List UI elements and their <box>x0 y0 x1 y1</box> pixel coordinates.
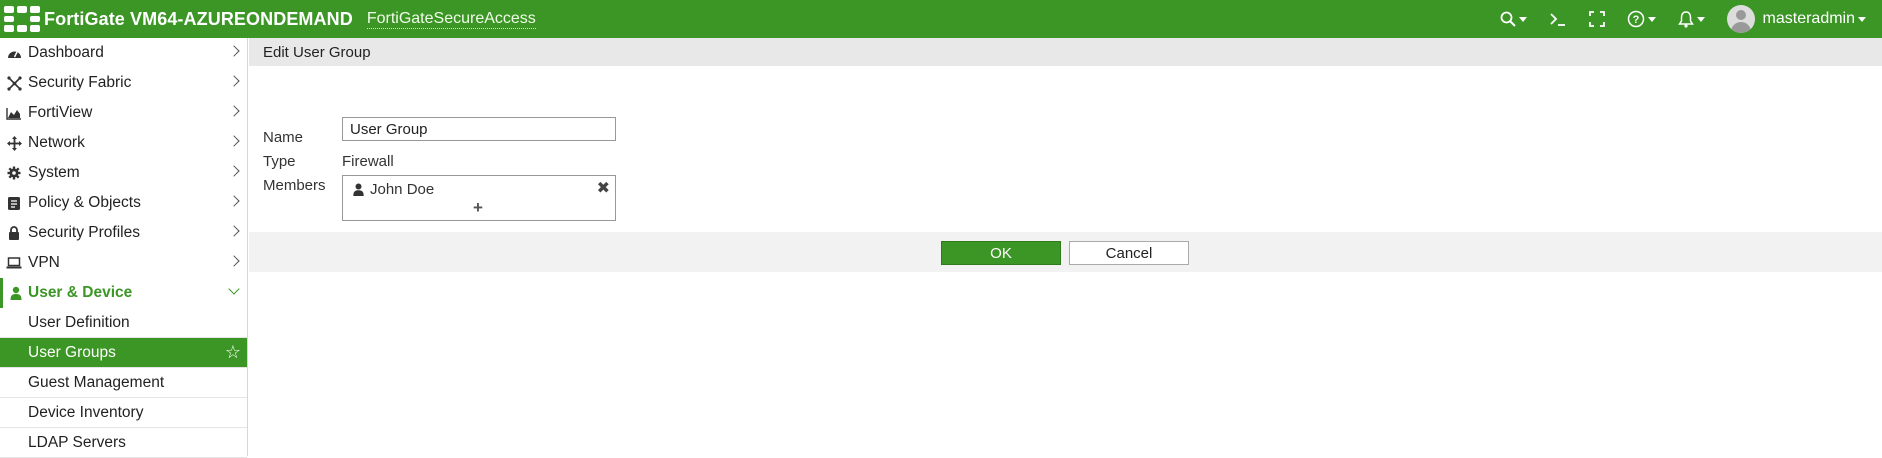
top-bar: FortiGate VM64-AZUREONDEMAND FortiGateSe… <box>0 0 1882 38</box>
main-content: Edit User Group Name Type Firewall Membe… <box>249 38 1882 456</box>
network-icon <box>0 135 28 151</box>
cli-console-button[interactable] <box>1549 11 1567 27</box>
members-label: Members <box>263 177 326 194</box>
sidebar-subitem-label: Guest Management <box>28 373 165 391</box>
chevron-down-icon <box>1696 16 1705 22</box>
sidebar-item-dashboard[interactable]: Dashboard <box>0 38 247 68</box>
security-fabric-icon <box>0 75 28 91</box>
help-button[interactable]: ? <box>1627 10 1656 28</box>
chevron-right-icon <box>228 135 240 147</box>
sidebar-item-label: VPN <box>28 254 60 271</box>
sidebar-subitem-user-groups[interactable]: User Groups ☆ <box>0 338 247 368</box>
type-value: Firewall <box>342 153 394 170</box>
cli-console-icon <box>1549 13 1565 26</box>
sidebar-item-label: FortiView <box>28 104 93 121</box>
fullscreen-icon <box>1588 11 1605 27</box>
chevron-right-icon <box>228 225 240 237</box>
vdom-link[interactable]: FortiGateSecureAccess <box>366 10 536 29</box>
device-hostname: FortiGate VM64-AZUREONDEMAND <box>44 8 353 29</box>
sidebar-item-fortiview[interactable]: FortiView <box>0 98 247 128</box>
sidebar-subitem-label: User Definition <box>28 313 130 331</box>
sidebar: Dashboard Security Fabric FortiView Netw… <box>0 38 248 458</box>
sidebar-subitem-label: User Groups <box>28 343 116 361</box>
members-field[interactable]: John Doe ✖ + <box>342 175 616 221</box>
lock-icon <box>0 226 28 240</box>
type-label: Type <box>263 153 296 170</box>
gear-icon <box>0 166 28 180</box>
edit-user-group-form: Name Type Firewall Members John Doe ✖ + <box>249 66 1882 230</box>
sidebar-subitem-user-definition[interactable]: User Definition <box>0 308 247 338</box>
chevron-right-icon <box>228 45 240 57</box>
laptop-icon <box>0 257 28 269</box>
sidebar-item-label: Policy & Objects <box>28 194 141 211</box>
fullscreen-button[interactable] <box>1588 11 1605 27</box>
notifications-icon <box>1677 10 1694 28</box>
avatar <box>1726 5 1755 33</box>
sidebar-subitem-device-inventory[interactable]: Device Inventory <box>0 398 247 428</box>
sidebar-subitem-guest-management[interactable]: Guest Management <box>0 368 247 398</box>
name-input[interactable] <box>342 117 616 141</box>
member-entry[interactable]: John Doe <box>353 181 434 198</box>
star-icon[interactable]: ☆ <box>225 342 241 363</box>
name-label: Name <box>263 129 304 146</box>
chevron-down-icon <box>228 283 240 295</box>
sidebar-item-label: User & Device <box>28 284 133 301</box>
sidebar-item-vpn[interactable]: VPN <box>0 248 247 278</box>
search-button[interactable] <box>1500 11 1527 27</box>
sidebar-item-label: Security Profiles <box>28 224 140 241</box>
username: masteradmin <box>1762 10 1855 27</box>
chevron-down-icon <box>1858 16 1866 22</box>
chevron-right-icon <box>228 255 240 267</box>
sidebar-item-security-fabric[interactable]: Security Fabric <box>0 68 247 98</box>
policy-icon <box>0 196 28 211</box>
dashboard-icon <box>0 46 28 60</box>
ok-button[interactable]: OK <box>941 241 1061 265</box>
add-member-button[interactable]: + <box>473 198 483 218</box>
chevron-right-icon <box>228 195 240 207</box>
page-title: Edit User Group <box>249 38 1882 66</box>
remove-member-icon[interactable]: ✖ <box>597 178 610 198</box>
chevron-right-icon <box>228 75 240 87</box>
sidebar-subitem-label: LDAP Servers <box>28 433 126 451</box>
sidebar-item-label: Security Fabric <box>28 74 132 91</box>
member-name: John Doe <box>370 181 435 198</box>
search-icon <box>1500 11 1516 27</box>
cancel-button[interactable]: Cancel <box>1069 241 1189 265</box>
chevron-down-icon <box>1647 16 1656 22</box>
sidebar-item-label: Dashboard <box>28 44 104 61</box>
chevron-down-icon <box>1518 16 1527 22</box>
chart-icon <box>0 107 28 120</box>
sidebar-subitem-ldap-servers[interactable]: LDAP Servers <box>0 428 247 458</box>
chevron-right-icon <box>228 105 240 117</box>
svg-text:?: ? <box>1632 14 1639 26</box>
user-icon <box>3 286 28 300</box>
notifications-button[interactable] <box>1677 10 1705 28</box>
sidebar-item-user-device[interactable]: User & Device <box>0 278 247 308</box>
sidebar-item-network[interactable]: Network <box>0 128 247 158</box>
sidebar-item-system[interactable]: System <box>0 158 247 188</box>
help-icon: ? <box>1627 10 1644 28</box>
sidebar-item-label: Network <box>28 134 85 151</box>
user-icon <box>353 183 364 196</box>
fortinet-logo-icon <box>4 6 40 32</box>
chevron-right-icon <box>228 165 240 177</box>
sidebar-item-security-profiles[interactable]: Security Profiles <box>0 218 247 248</box>
sidebar-item-policy-objects[interactable]: Policy & Objects <box>0 188 247 218</box>
sidebar-item-label: System <box>28 164 80 181</box>
form-footer: OK Cancel <box>249 232 1882 272</box>
user-menu[interactable]: masteradmin <box>1726 5 1866 33</box>
sidebar-subitem-label: Device Inventory <box>28 403 144 421</box>
